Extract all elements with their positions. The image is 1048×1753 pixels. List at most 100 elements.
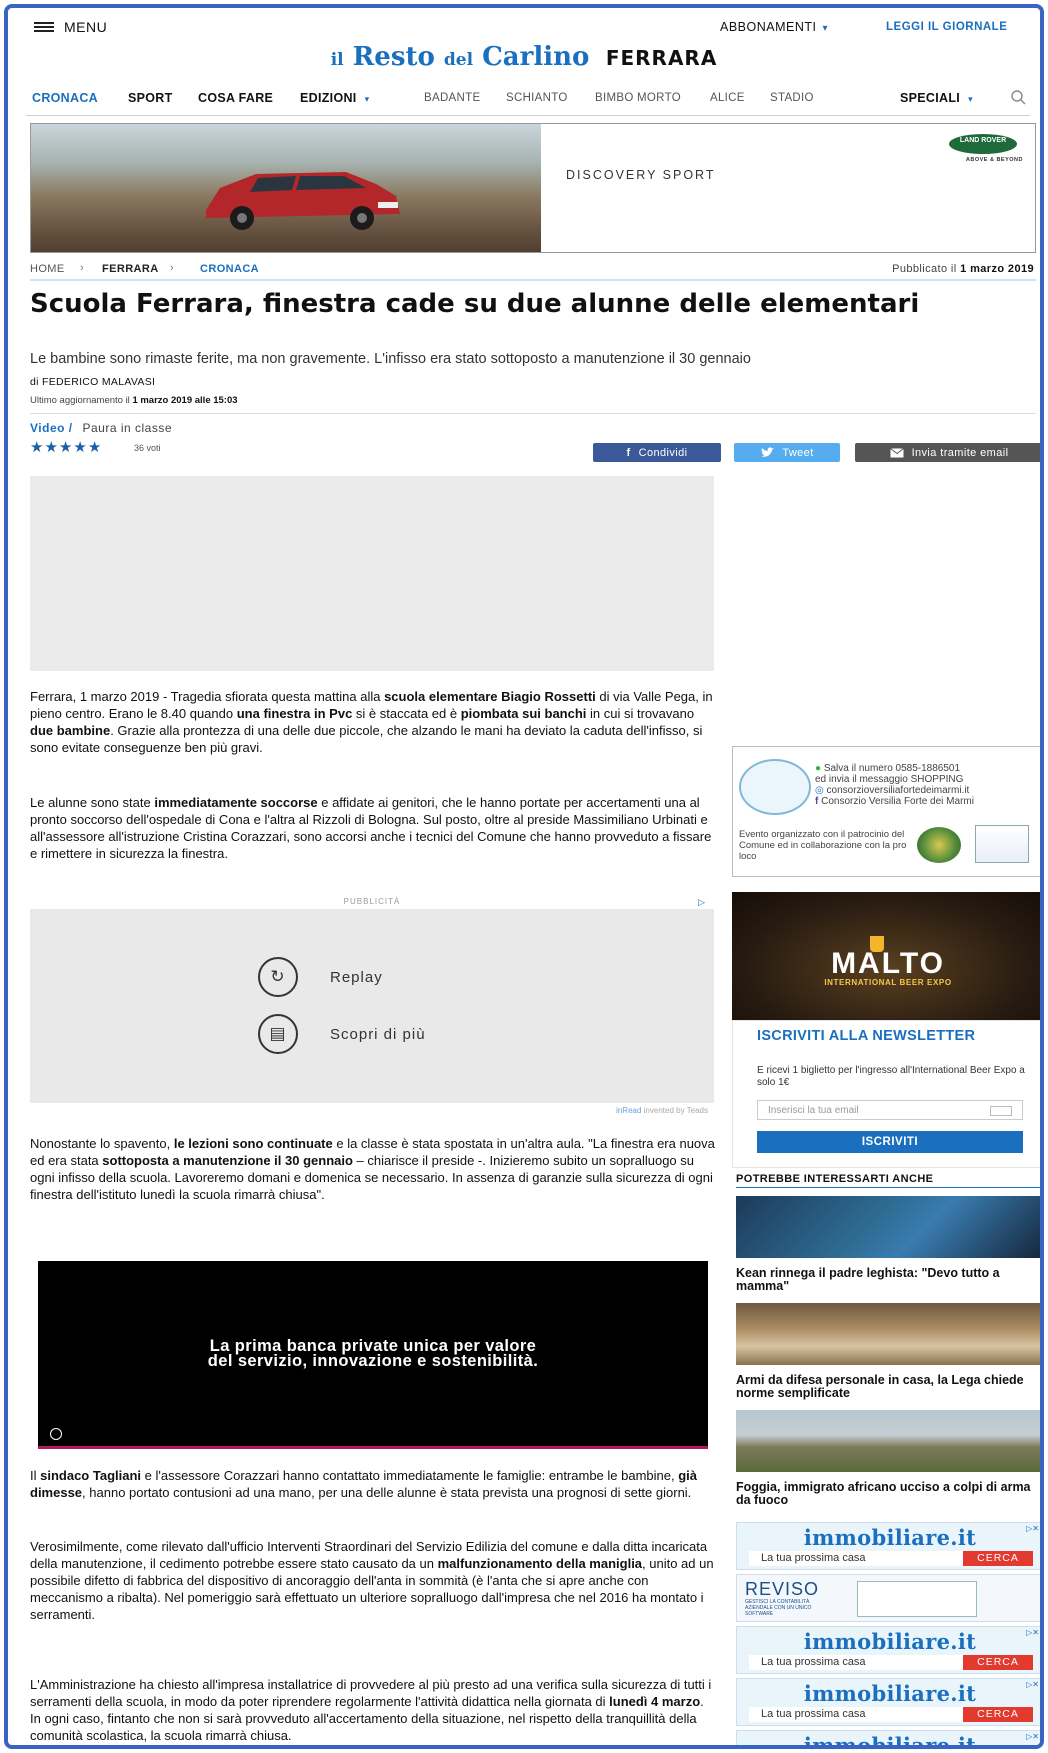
teads-brand: inRead	[616, 1106, 642, 1115]
search-icon[interactable]	[1010, 89, 1026, 105]
newsletter-email-input[interactable]: Inserisci la tua email	[757, 1100, 1023, 1120]
related-title-2[interactable]: Armi da difesa personale in casa, la Leg…	[736, 1374, 1040, 1400]
breadcrumb: HOME › FERRARA › CRONACA Pubblicato il 1…	[30, 259, 1036, 281]
reviso-logo: REVISO	[745, 1579, 820, 1599]
updated-date: 1 marzo 2019 alle 15:03	[132, 395, 238, 406]
star-icon[interactable]: ★	[59, 439, 73, 456]
breadcrumb-separator-icon: ›	[80, 262, 85, 274]
immobiliare-ad[interactable]: ▷✕ immobiliare.it La tua prossima casa CE…	[736, 1522, 1040, 1570]
breadcrumb-cronaca[interactable]: CRONACA	[200, 263, 259, 275]
immobiliare-cerca-button[interactable]: CERCA	[963, 1655, 1033, 1670]
published-date-value: 1 marzo 2019	[960, 263, 1034, 275]
replay-button[interactable]: ↻ Replay	[258, 957, 383, 997]
share-facebook-button[interactable]: f Condividi	[593, 443, 721, 462]
nav-tag-bimbo-morto[interactable]: BIMBO MORTO	[595, 92, 681, 104]
video-ad-line-2: del servizio, innovazione e sostenibilit…	[207, 1352, 539, 1370]
immobiliare-text: La tua prossima casa	[761, 1708, 866, 1720]
article-updated: Ultimo aggiornamento il 1 marzo 2019 all…	[30, 395, 238, 406]
nav-tag-badante[interactable]: BADANTE	[424, 92, 480, 104]
replay-icon: ↻	[258, 957, 298, 997]
video-ad-player[interactable]: La prima banca private unica per valore …	[38, 1261, 708, 1449]
abbonamenti-dropdown[interactable]: ABBONAMENTI ▾	[720, 20, 828, 34]
video-link[interactable]: Video / Paura in classe	[30, 421, 172, 435]
page-frame: MENU ABBONAMENTI ▾ LEGGI IL GIORNALE il R…	[4, 4, 1044, 1749]
star-icon[interactable]: ★	[44, 439, 58, 456]
immobiliare-cerca-button[interactable]: CERCA	[963, 1551, 1033, 1566]
nav-tag-schianto[interactable]: SCHIANTO	[506, 92, 568, 104]
reviso-ad[interactable]: REVISO GESTISCI LA CONTABILITÀ AZIENDALE…	[736, 1574, 1040, 1622]
banner-headline: DISCOVERY SPORT	[566, 168, 716, 182]
related-image-2[interactable]	[736, 1303, 1040, 1365]
article-author[interactable]: di FEDERICO MALAVASI	[30, 376, 155, 388]
nav-item-edizioni[interactable]: EDIZIONI ▾	[300, 91, 369, 105]
star-icon[interactable]: ★	[88, 439, 102, 456]
event-line: f Consorzio Versilia Forte dei Marmi	[815, 796, 974, 807]
event-contact-lines: ● Salva il numero 0585-1886501 ed invia …	[815, 763, 974, 807]
scopri-di-piu-button[interactable]: ▤ Scopri di più	[258, 1014, 426, 1054]
teads-credit[interactable]: inRead invented by Teads	[616, 1106, 708, 1115]
comune-crest	[917, 827, 961, 863]
teads-tail: invented by Teads	[643, 1106, 708, 1115]
whatsapp-icon: ●	[815, 763, 822, 774]
article-subtitle: Le bambine sono rimaste ferite, ma non g…	[30, 351, 751, 367]
pro-loco-logo	[975, 825, 1029, 863]
share-email-button[interactable]: Invia tramite email	[855, 443, 1040, 462]
replay-icon[interactable]	[50, 1428, 62, 1440]
event-line: ◎ consorzioversiliafortedeimarmi.it	[815, 785, 974, 796]
immobiliare-ad[interactable]: ▷✕ immobiliare.it	[736, 1730, 1040, 1745]
newsletter-subscribe-button[interactable]: ISCRIVITI	[757, 1131, 1023, 1153]
related-image-1[interactable]	[736, 1196, 1040, 1258]
malto-beer-expo-ad[interactable]: MALTO INTERNATIONAL BEER EXPO	[732, 892, 1040, 1020]
mail-icon	[889, 447, 904, 457]
related-title-3[interactable]: Foggia, immigrato africano ucciso a colp…	[736, 1481, 1040, 1507]
document-icon: ▤	[258, 1014, 298, 1054]
breadcrumb-ferrara[interactable]: FERRARA	[102, 263, 159, 275]
event-ad[interactable]: ● Salva il numero 0585-1886501 ed invia …	[732, 746, 1040, 877]
adchoices-icon[interactable]: ▷	[698, 897, 706, 908]
teads-video-ad[interactable]: ↻ Replay ▤ Scopri di più inRead invented…	[30, 909, 714, 1115]
land-rover-banner-ad[interactable]: DISCOVERY SPORT LAND ROVER ABOVE & BEYON…	[30, 123, 1036, 253]
nav-item-cosa-fare[interactable]: COSA FARE	[198, 91, 273, 105]
land-rover-logo: LAND ROVER	[949, 134, 1017, 154]
event-line-text: Salva il numero 0585-1886501	[823, 763, 961, 774]
video-label: Video /	[30, 421, 73, 435]
twitter-icon	[761, 447, 775, 457]
share-twitter-button[interactable]: Tweet	[734, 443, 840, 462]
advertising-label-text: PUBBLICITÀ	[343, 897, 401, 906]
star-rating[interactable]: ★★★★★	[30, 438, 102, 456]
breadcrumb-home[interactable]: HOME	[30, 263, 65, 275]
logo-carlino: Carlino	[482, 42, 590, 72]
share-twitter-label: Tweet	[782, 446, 814, 459]
related-title-1[interactable]: Kean rinnega il padre leghista: "Devo tu…	[736, 1267, 1040, 1293]
nav-tag-stadio[interactable]: STADIO	[770, 92, 814, 104]
star-icon[interactable]: ★	[73, 439, 87, 456]
immobiliare-logo: immobiliare.it	[803, 1629, 977, 1654]
article-paragraph-2: Le alunne sono state immediatamente socc…	[30, 795, 712, 861]
event-line-text: Consorzio Versilia Forte dei Marmi	[821, 796, 974, 807]
immobiliare-ad[interactable]: ▷✕ immobiliare.it La tua prossima casa CE…	[736, 1678, 1040, 1726]
nav-item-sport[interactable]: SPORT	[128, 91, 173, 105]
chevron-down-icon: ▾	[822, 23, 829, 34]
site-logo[interactable]: il Resto del Carlino FERRARA	[8, 42, 1040, 82]
immobiliare-logo: immobiliare.it	[803, 1681, 977, 1706]
breadcrumb-separator-icon: ›	[170, 262, 175, 274]
menu-button[interactable]: MENU	[34, 19, 107, 35]
menu-label: MENU	[64, 19, 108, 35]
advertising-label: PUBBLICITÀ ▷	[30, 897, 714, 908]
banner-fine-print	[31, 244, 541, 250]
immobiliare-ad[interactable]: ▷✕ immobiliare.it La tua prossima casa CE…	[736, 1626, 1040, 1674]
nav-edizioni-label: EDIZIONI	[300, 91, 357, 105]
leggi-il-giornale-link[interactable]: LEGGI IL GIORNALE	[886, 21, 1007, 33]
consorzio-logo	[739, 759, 811, 815]
nav-tag-alice[interactable]: ALICE	[710, 92, 745, 104]
mail-icon	[990, 1106, 1012, 1116]
related-image-3[interactable]	[736, 1410, 1040, 1472]
nav-item-cronaca[interactable]: CRONACA	[32, 91, 98, 105]
facebook-icon: f	[626, 446, 631, 459]
logo-del: del	[443, 50, 474, 70]
star-icon[interactable]: ★	[30, 439, 44, 456]
nav-item-speciali[interactable]: SPECIALI ▾	[900, 91, 973, 105]
share-email-label: Invia tramite email	[911, 446, 1009, 459]
immobiliare-cerca-button[interactable]: CERCA	[963, 1707, 1033, 1722]
logo-resto: Resto	[352, 42, 435, 72]
